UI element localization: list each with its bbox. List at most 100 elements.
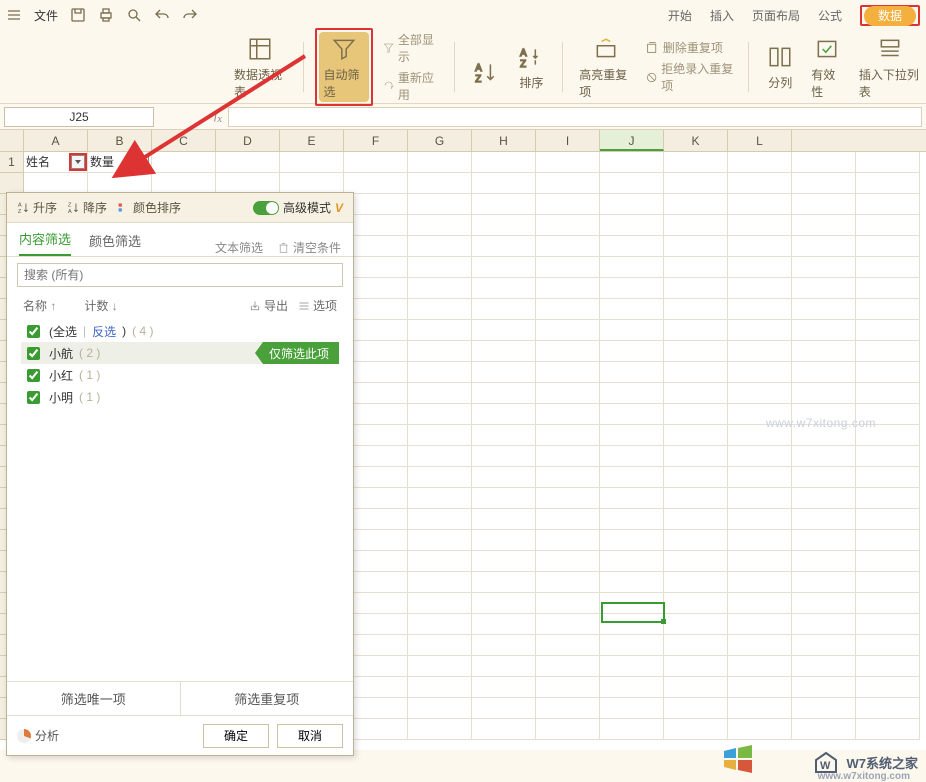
cell[interactable] — [664, 299, 728, 320]
ribbon-reapply[interactable]: 重新应用 — [383, 69, 440, 103]
ribbon-validity[interactable]: 有效性 — [807, 32, 847, 102]
select-all-corner[interactable] — [0, 130, 24, 151]
cell[interactable] — [728, 215, 792, 236]
cell[interactable] — [856, 698, 920, 719]
cell[interactable] — [856, 488, 920, 509]
cell[interactable] — [600, 320, 664, 341]
cell[interactable] — [792, 152, 856, 173]
cell[interactable] — [856, 194, 920, 215]
cell[interactable] — [152, 152, 216, 173]
cell[interactable] — [88, 173, 152, 194]
cell[interactable] — [472, 488, 536, 509]
cell[interactable] — [856, 677, 920, 698]
save-icon[interactable] — [70, 7, 86, 23]
cell[interactable] — [792, 509, 856, 530]
cell[interactable] — [408, 152, 472, 173]
cell[interactable] — [856, 719, 920, 740]
cell[interactable] — [536, 593, 600, 614]
cell[interactable] — [856, 635, 920, 656]
cell[interactable] — [24, 173, 88, 194]
cell[interactable] — [600, 425, 664, 446]
cell[interactable] — [792, 467, 856, 488]
cell[interactable] — [280, 152, 344, 173]
cancel-button[interactable]: 取消 — [277, 724, 343, 748]
cell[interactable] — [728, 719, 792, 740]
cell[interactable] — [600, 404, 664, 425]
col-K[interactable]: K — [664, 130, 728, 151]
filter-row-item[interactable]: 小明 ( 1 ) — [21, 386, 339, 408]
cell[interactable] — [856, 257, 920, 278]
cell[interactable] — [792, 677, 856, 698]
cell[interactable] — [728, 488, 792, 509]
cell[interactable] — [792, 446, 856, 467]
cell[interactable] — [472, 362, 536, 383]
cell[interactable] — [408, 173, 472, 194]
cell[interactable] — [856, 572, 920, 593]
cell[interactable] — [728, 383, 792, 404]
cell[interactable] — [600, 236, 664, 257]
cell[interactable] — [600, 488, 664, 509]
tab-formula[interactable]: 公式 — [818, 7, 842, 24]
col-H[interactable]: H — [472, 130, 536, 151]
cell[interactable] — [536, 257, 600, 278]
cell[interactable] — [600, 551, 664, 572]
cell[interactable] — [536, 194, 600, 215]
cell[interactable] — [536, 383, 600, 404]
col-name-sort[interactable]: 名称 — [23, 297, 56, 314]
cell[interactable] — [728, 551, 792, 572]
cell[interactable] — [856, 173, 920, 194]
tab-content-filter[interactable]: 内容筛选 — [19, 229, 71, 256]
cell[interactable] — [600, 173, 664, 194]
filter-row-item[interactable]: 小航 ( 2 ) 仅筛选此项 — [21, 342, 339, 364]
cell[interactable] — [728, 446, 792, 467]
cell[interactable] — [792, 635, 856, 656]
cell[interactable] — [856, 509, 920, 530]
cell[interactable] — [536, 236, 600, 257]
cell[interactable] — [728, 593, 792, 614]
cell[interactable] — [664, 341, 728, 362]
filter-dropdown-a[interactable] — [71, 155, 85, 169]
cell[interactable] — [856, 236, 920, 257]
cell[interactable] — [728, 509, 792, 530]
tab-start[interactable]: 开始 — [668, 7, 692, 24]
cell[interactable] — [472, 215, 536, 236]
ribbon-showall[interactable]: 全部显示 — [383, 31, 440, 65]
cell[interactable] — [856, 551, 920, 572]
cell[interactable] — [600, 383, 664, 404]
cell[interactable] — [408, 698, 472, 719]
col-B[interactable]: B — [88, 130, 152, 151]
cell[interactable] — [856, 530, 920, 551]
col-E[interactable]: E — [280, 130, 344, 151]
tab-layout[interactable]: 页面布局 — [752, 7, 800, 24]
cell[interactable] — [664, 320, 728, 341]
cell[interactable] — [728, 530, 792, 551]
cell[interactable] — [536, 488, 600, 509]
cell[interactable] — [408, 362, 472, 383]
cell[interactable] — [856, 467, 920, 488]
cell[interactable] — [664, 572, 728, 593]
cell[interactable] — [344, 173, 408, 194]
cell[interactable] — [792, 236, 856, 257]
ok-button[interactable]: 确定 — [203, 724, 269, 748]
cell[interactable] — [536, 278, 600, 299]
cell[interactable] — [792, 656, 856, 677]
cell[interactable] — [792, 173, 856, 194]
cell[interactable] — [728, 278, 792, 299]
checkbox-item[interactable] — [27, 369, 40, 382]
cell[interactable] — [792, 572, 856, 593]
cell[interactable] — [856, 320, 920, 341]
color-sort-button[interactable]: 颜色排序 — [117, 199, 181, 216]
cell[interactable] — [664, 236, 728, 257]
cell[interactable] — [408, 509, 472, 530]
cell[interactable] — [472, 194, 536, 215]
analyze-button[interactable]: 分析 — [17, 727, 59, 744]
inverse-link[interactable]: 反选 — [92, 323, 116, 340]
cell[interactable] — [472, 698, 536, 719]
col-C[interactable]: C — [152, 130, 216, 151]
cell[interactable] — [472, 551, 536, 572]
cell[interactable] — [536, 341, 600, 362]
cell[interactable] — [792, 593, 856, 614]
cell[interactable] — [792, 320, 856, 341]
cell[interactable] — [600, 572, 664, 593]
ribbon-sort[interactable]: AZ 排序 — [512, 40, 550, 93]
